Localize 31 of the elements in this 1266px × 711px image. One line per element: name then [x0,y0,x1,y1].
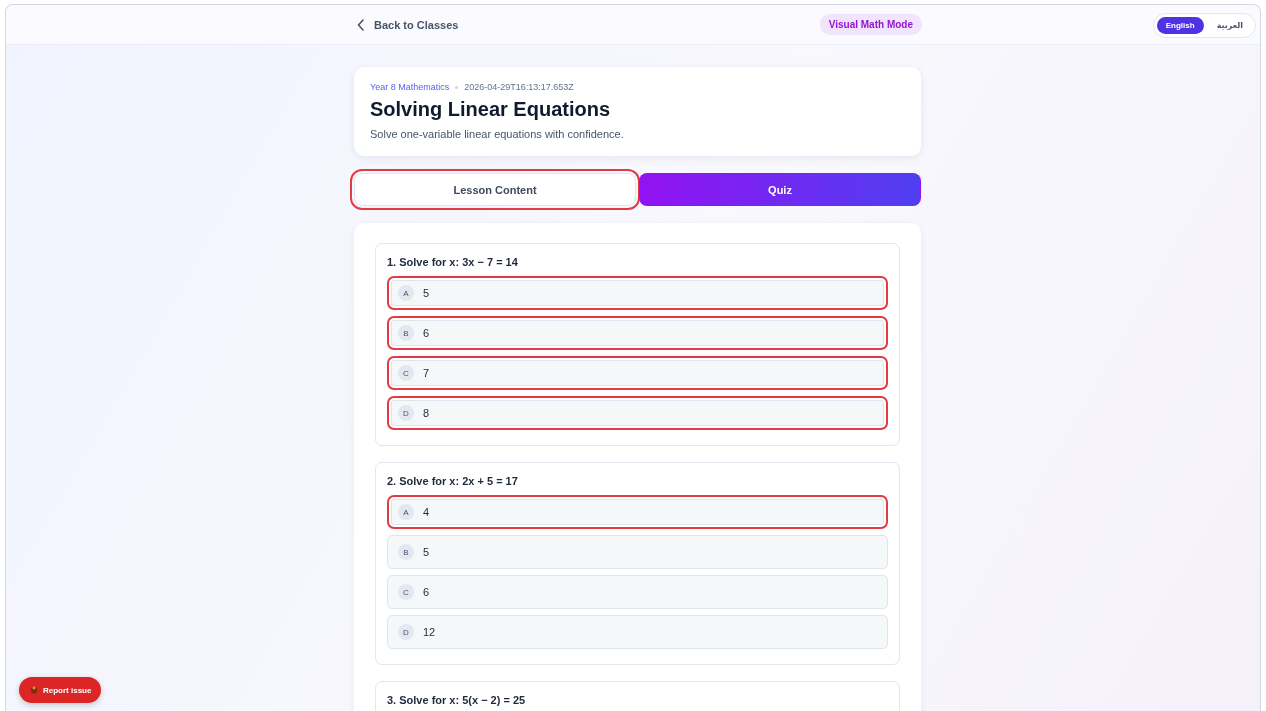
option-letter: D [398,405,414,421]
back-link[interactable]: Back to Classes [355,18,459,31]
mode-badge: Visual Math Mode [819,14,922,35]
lesson-title: Solving Linear Equations [370,98,612,121]
answer-option[interactable]: B 5 [387,535,888,569]
language-option[interactable]: العربية [1207,17,1252,34]
answer-option[interactable]: A 4 [387,495,888,529]
course-name: Year 8 Mathematics [370,82,450,92]
option-letter: D [398,624,414,640]
separator-dot [455,85,459,89]
timestamp: 2026-04-29T16:13:17.653Z [464,82,574,92]
answer-option[interactable]: C 6 [387,575,888,609]
answer-option[interactable]: D 12 [387,615,888,649]
answer-option[interactable]: C 7 [387,356,888,390]
option-letter: C [398,584,414,600]
question-text: 1. Solve for x: 3x − 7 = 14 [387,256,519,268]
tab[interactable]: Quiz [639,173,921,206]
chevron-left-icon [357,18,365,31]
question-text: 2. Solve for x: 2x + 5 = 17 [387,475,519,487]
option-letter: A [398,285,414,301]
answer-option[interactable]: A 5 [387,276,888,310]
option-letter: B [398,325,414,341]
option-letter: A [398,504,414,520]
option-letter: B [398,544,414,560]
language-option[interactable]: English [1156,17,1204,34]
lesson-description: Solve one-variable linear equations with confidence. [370,128,625,140]
option-letter: C [398,365,414,381]
answer-option[interactable]: B 6 [387,316,888,350]
answer-option[interactable]: D 8 [387,396,888,430]
question-text: 3. Solve for x: 5(x − 2) = 25 [387,694,527,706]
report-issue-button[interactable]: Report issue [19,677,102,703]
